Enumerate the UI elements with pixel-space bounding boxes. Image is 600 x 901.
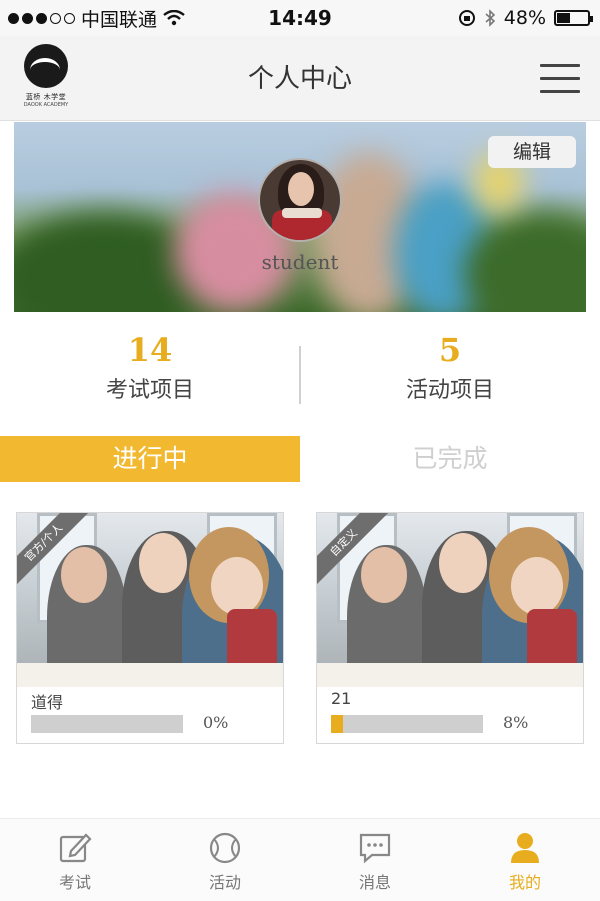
project-title: 21 (331, 689, 352, 708)
nav-label: 我的 (508, 873, 541, 892)
project-type-badge: 自定义 (317, 513, 390, 589)
wifi-icon (163, 10, 185, 26)
stat-exam-projects[interactable]: 14 考试项目 (0, 330, 300, 404)
battery-icon (554, 10, 593, 26)
user-icon (511, 833, 539, 863)
progress-percent: 0% (203, 713, 229, 732)
project-card[interactable]: 官方/个人 道得 0% (16, 512, 284, 744)
logo-subtext: DAOOK ACADEMY (23, 102, 69, 108)
tab-in-progress[interactable]: 进行中 (0, 436, 300, 482)
username: student (261, 250, 339, 274)
carrier-name: 中国联通 (81, 8, 158, 31)
nav-label: 考试 (58, 873, 91, 892)
battery-percent: 48% (503, 7, 546, 29)
rotation-lock-icon (458, 10, 475, 26)
app-header: 蓝桥 木学堂 DAOOK ACADEMY 个人中心 (0, 36, 600, 121)
bottom-nav: 考试 活动 消息 我的 (0, 818, 600, 901)
status-indicators: 48% (458, 7, 600, 29)
progress-bar (31, 715, 183, 733)
avatar[interactable] (258, 158, 342, 242)
project-card[interactable]: 自定义 21 8% (316, 512, 584, 744)
progress-percent: 8% (503, 713, 529, 732)
nav-label: 活动 (208, 873, 241, 892)
project-title: 道得 (31, 693, 64, 712)
stat-value: 5 (438, 331, 462, 369)
stat-label: 活动项目 (405, 378, 494, 403)
tab-completed[interactable]: 已完成 (300, 436, 600, 482)
status-tabs: 进行中 已完成 (0, 436, 600, 482)
profile-banner: 编辑 student (14, 122, 586, 312)
nav-label: 消息 (358, 873, 391, 892)
stat-label: 考试项目 (105, 378, 194, 403)
progress-fill (331, 715, 344, 733)
signal-strength-icon (8, 12, 75, 24)
carrier-info: 中国联通 (0, 5, 185, 32)
status-bar: 中国联通 14:49 48% (0, 0, 600, 36)
nav-item-activity[interactable]: 活动 (150, 819, 300, 901)
progress-bar (331, 715, 483, 733)
stat-activity-projects[interactable]: 5 活动项目 (300, 330, 600, 404)
edit-icon (59, 833, 92, 863)
hamburger-icon[interactable] (540, 64, 580, 94)
project-type-badge: 官方/个人 (17, 513, 90, 589)
stats-section: 14 考试项目 5 活动项目 (0, 330, 600, 420)
message-icon (359, 833, 391, 864)
edit-profile-button[interactable]: 编辑 (488, 136, 576, 168)
battery-level (557, 13, 571, 23)
ball-icon (209, 832, 241, 864)
nav-item-messages[interactable]: 消息 (300, 819, 450, 901)
bluetooth-icon (485, 9, 495, 27)
nav-item-mine[interactable]: 我的 (450, 819, 600, 901)
stat-value: 14 (127, 331, 173, 369)
page-title: 个人中心 (247, 64, 352, 94)
nav-item-exam[interactable]: 考试 (0, 819, 150, 901)
